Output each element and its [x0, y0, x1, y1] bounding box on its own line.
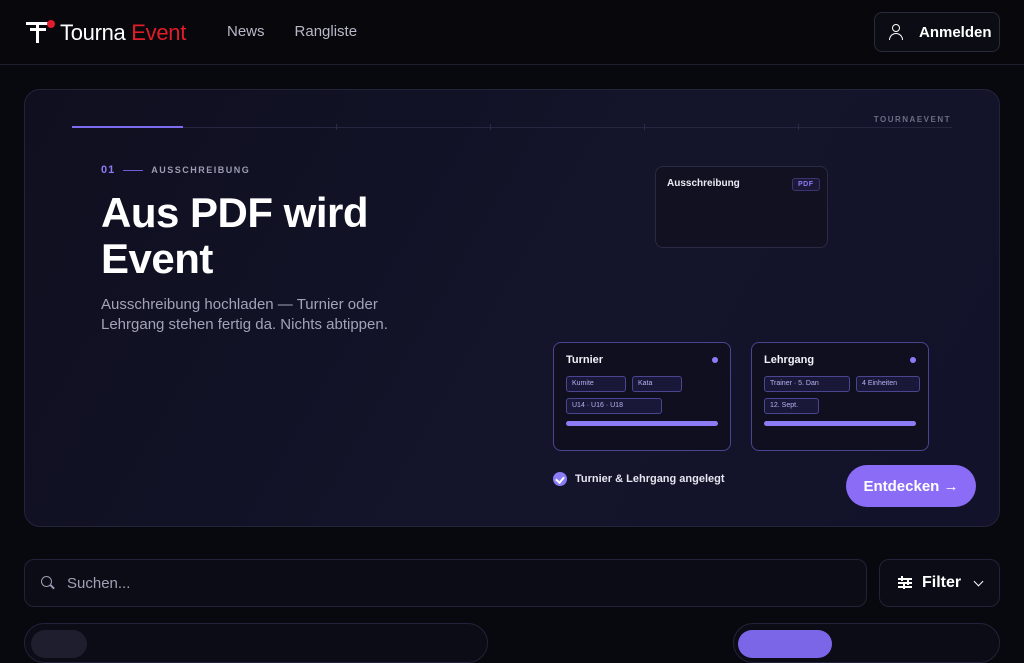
- check-circle-icon: [553, 472, 567, 486]
- pdf-badge: PDF: [792, 178, 820, 191]
- top-header: Tourna Event News Rangliste Anmelden: [0, 0, 1024, 65]
- hero-brand-label: TOURNAEVENT: [873, 115, 951, 124]
- chip: Trainer · 5. Dan: [764, 376, 850, 392]
- view-tabs: [733, 623, 1000, 663]
- event-card-bar: [764, 421, 916, 426]
- chip: U14 · U16 · U18: [566, 398, 662, 414]
- main-nav: News Rangliste: [227, 23, 357, 40]
- category-tabs: [24, 623, 488, 663]
- search-bar: [24, 559, 867, 607]
- event-card-bar: [566, 421, 718, 426]
- filter-button[interactable]: Filter: [879, 559, 1000, 607]
- chip: 4 Einheiten: [856, 376, 920, 392]
- slide-progress-track: [72, 127, 952, 128]
- discover-button[interactable]: Entdecken →: [846, 465, 976, 507]
- filter-label: Filter: [922, 574, 962, 591]
- search-icon: [41, 576, 55, 590]
- login-label: Anmelden: [919, 23, 992, 41]
- step-indicator: 01 AUSSCHREIBUNG: [101, 164, 250, 176]
- event-card-title: Turnier: [566, 354, 604, 366]
- slide-progress-fill: [72, 126, 183, 128]
- chevron-down-icon: [973, 576, 984, 586]
- event-card-title: Lehrgang: [764, 354, 815, 366]
- chip: 12. Sept.: [764, 398, 819, 414]
- nav-item-rangliste[interactable]: Rangliste: [295, 23, 358, 40]
- chip: Kata: [632, 376, 682, 392]
- chip: Kumite: [566, 376, 626, 392]
- hero-subtitle: Ausschreibung hochladen — Turnier oder L…: [101, 296, 388, 333]
- step-number: 01: [101, 164, 116, 176]
- logo-mark-icon: [26, 20, 56, 46]
- nav-item-news[interactable]: News: [227, 23, 265, 40]
- view-tab-active[interactable]: [738, 630, 832, 658]
- hero-title: Aus PDF wird Event: [101, 189, 369, 282]
- status-dot-icon: [910, 357, 916, 363]
- status-dot-icon: [712, 357, 718, 363]
- event-card-lehrgang: Lehrgang Trainer · 5. Dan 4 Einheiten 12…: [751, 342, 929, 451]
- step-label: AUSSCHREIBUNG: [151, 165, 251, 175]
- pdf-card: Ausschreibung PDF: [655, 166, 828, 248]
- search-input[interactable]: [67, 574, 827, 592]
- pdf-card-title: Ausschreibung: [667, 178, 740, 189]
- brand-logo[interactable]: Tourna Event: [26, 20, 186, 46]
- success-status: Turnier & Lehrgang angelegt: [553, 472, 725, 486]
- brand-name: Tourna Event: [60, 20, 187, 45]
- sliders-icon: [898, 576, 912, 589]
- success-label: Turnier & Lehrgang angelegt: [575, 473, 725, 485]
- user-icon: [889, 24, 903, 40]
- login-button[interactable]: Anmelden: [874, 12, 1000, 52]
- hero-panel: TOURNAEVENT 01 AUSSCHREIBUNG Aus PDF wir…: [24, 89, 1000, 527]
- tab-active[interactable]: [31, 630, 87, 658]
- event-card-turnier: Turnier Kumite Kata U14 · U16 · U18: [553, 342, 731, 451]
